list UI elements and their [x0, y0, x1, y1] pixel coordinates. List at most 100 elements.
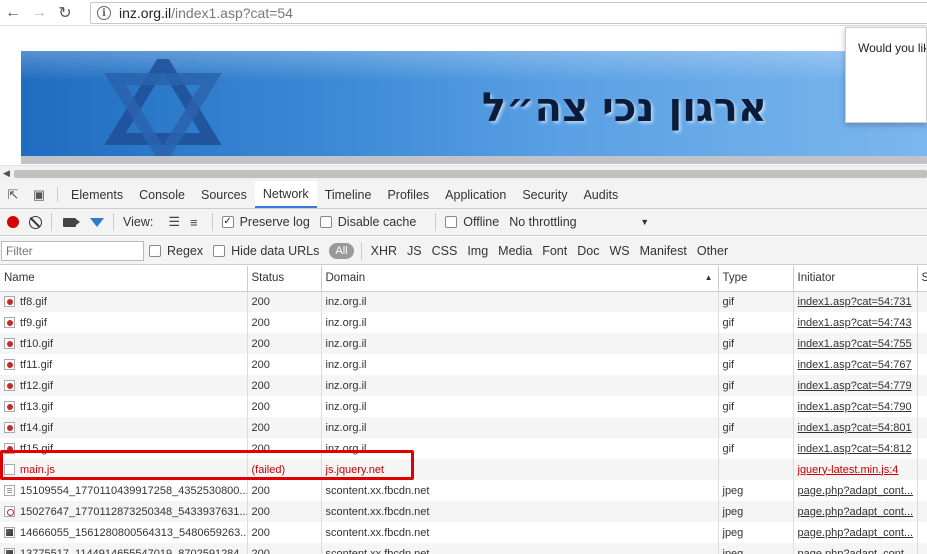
table-row[interactable]: tf13.gif 200 inz.org.il gif index1.asp?cat=5… [0, 396, 927, 417]
tab-sources[interactable]: Sources [193, 181, 255, 208]
column-domain[interactable]: Domain ▲ [321, 266, 719, 292]
filter-type-media[interactable]: Media [494, 244, 536, 258]
column-status[interactable]: Status [247, 266, 322, 292]
regex-label: Regex [167, 243, 204, 258]
record-icon[interactable] [7, 216, 19, 228]
tab-audits[interactable]: Audits [575, 181, 626, 208]
filter-type-js[interactable]: JS [403, 244, 426, 258]
checkbox[interactable] [319, 216, 332, 228]
tab-security[interactable]: Security [514, 181, 575, 208]
filter-type-all[interactable]: All [329, 242, 354, 259]
device-mode-icon[interactable]: ▣ [26, 181, 52, 208]
table-row[interactable]: tf15.gif 200 inz.org.il gif index1.asp?cat=5… [0, 438, 927, 459]
tab-timeline[interactable]: Timeline [317, 181, 380, 208]
request-name: 13775517_1144914655547019_8702591284... [0, 543, 248, 554]
tab-elements[interactable]: Elements [63, 181, 131, 208]
request-initiator[interactable]: index1.asp?cat=54:755 [793, 333, 918, 354]
request-domain-text: scontent.xx.fbcdn.net [325, 547, 430, 554]
large-rows-icon[interactable]: ☰ [168, 214, 180, 230]
table-row[interactable]: main.js (failed) js.jquery.net jquery-lates… [0, 459, 927, 480]
table-row[interactable]: tf14.gif 200 inz.org.il gif index1.asp?cat=5… [0, 417, 927, 438]
filter-type-font[interactable]: Font [538, 244, 571, 258]
request-name: tf13.gif [0, 396, 248, 417]
hide-data-urls-checkbox[interactable]: Hide data URLs [213, 244, 319, 258]
request-type-text: gif [722, 337, 735, 350]
inspect-element-icon[interactable]: ⇱ [0, 181, 26, 208]
offline-checkbox[interactable]: Offline [445, 215, 499, 229]
tab-separator [57, 187, 58, 202]
table-row[interactable]: tf8.gif 200 inz.org.il gif index1.asp?cat=54… [0, 291, 927, 312]
column-type[interactable]: Type [718, 266, 794, 292]
request-initiator[interactable]: page.php?adapt_cont... [793, 543, 918, 554]
filter-type-xhr[interactable]: XHR [367, 244, 401, 258]
checkbox-checked[interactable]: ✓ [221, 216, 234, 228]
request-domain: scontent.xx.fbcdn.net [321, 501, 719, 522]
tab-console[interactable]: Console [131, 181, 193, 208]
request-name-text: tf12.gif [20, 379, 54, 392]
forward-button[interactable]: → [26, 1, 52, 25]
table-row[interactable]: tf9.gif 200 inz.org.il gif index1.asp?cat=54… [0, 312, 927, 333]
filter-input[interactable] [1, 240, 144, 261]
disable-cache-checkbox[interactable]: Disable cache [319, 215, 416, 229]
request-status-text: 200 [251, 484, 270, 497]
request-initiator[interactable]: jquery-latest.min.js:4 [793, 459, 918, 480]
filter-type-manifest[interactable]: Manifest [636, 244, 691, 258]
filter-type-img[interactable]: Img [463, 244, 492, 258]
horizontal-scrollbar[interactable]: ◀ [0, 165, 927, 181]
url-field[interactable]: i inz.org.il/index1.asp?cat=54 [90, 2, 927, 24]
checkbox[interactable] [213, 244, 226, 257]
request-initiator[interactable]: index1.asp?cat=54:779 [793, 375, 918, 396]
request-initiator[interactable]: index1.asp?cat=54:743 [793, 312, 918, 333]
scrollbar-thumb[interactable] [14, 170, 927, 178]
overview-icon[interactable]: ≡ [190, 215, 198, 230]
network-toolbar: View: ☰ ≡ ✓ Preserve log Disable cache Of… [0, 209, 927, 236]
filter-icon[interactable] [90, 217, 104, 227]
request-size [917, 375, 927, 396]
request-name-text: 15027647_1770112873250348_5433937631... [20, 505, 247, 518]
table-row[interactable]: tf12.gif 200 inz.org.il gif index1.asp?cat=5… [0, 375, 927, 396]
checkbox[interactable] [445, 216, 458, 228]
back-button[interactable]: ← [0, 1, 26, 25]
request-initiator[interactable]: index1.asp?cat=54:812 [793, 438, 918, 459]
table-row[interactable]: 15027647_1770112873250348_5433937631... 2… [0, 501, 927, 522]
request-initiator[interactable]: index1.asp?cat=54:767 [793, 354, 918, 375]
column-initiator[interactable]: Initiator [793, 266, 918, 292]
table-row[interactable]: tf11.gif 200 inz.org.il gif index1.asp?cat=5… [0, 354, 927, 375]
table-row[interactable]: 15109554_1770110439917258_4352530800... 2… [0, 480, 927, 501]
request-size [917, 501, 927, 522]
capture-screenshots-icon[interactable] [63, 217, 80, 227]
tab-application[interactable]: Application [437, 181, 514, 208]
checkbox[interactable] [149, 244, 161, 257]
info-icon[interactable]: i [97, 6, 111, 20]
table-row[interactable]: tf10.gif 200 inz.org.il gif index1.asp?cat=5… [0, 333, 927, 354]
request-name-text: 14666055_1561280800564313_5480659263... [20, 526, 247, 539]
reload-button[interactable]: ↻ [52, 1, 78, 25]
tab-network[interactable]: Network [254, 181, 317, 208]
request-initiator[interactable]: page.php?adapt_cont... [793, 501, 918, 522]
request-initiator[interactable]: index1.asp?cat=54:731 [793, 291, 918, 312]
regex-checkbox[interactable]: Regex [149, 244, 203, 258]
clear-icon[interactable] [29, 215, 42, 229]
request-initiator[interactable]: index1.asp?cat=54:790 [793, 396, 918, 417]
request-type-text: gif [722, 379, 735, 392]
scroll-left-icon[interactable]: ◀ [3, 168, 10, 179]
arrow-right-icon: → [31, 3, 47, 21]
request-initiator[interactable]: page.php?adapt_cont... [793, 522, 918, 543]
request-type: jpeg [718, 480, 794, 501]
column-name[interactable]: Name [0, 266, 248, 292]
filter-type-css[interactable]: CSS [428, 244, 462, 258]
throttling-select[interactable]: No throttling ▼ [509, 215, 649, 229]
request-initiator[interactable]: page.php?adapt_cont... [793, 480, 918, 501]
filter-type-doc[interactable]: Doc [573, 244, 603, 258]
request-type [718, 459, 794, 480]
preserve-log-checkbox[interactable]: ✓ Preserve log [221, 215, 310, 229]
tab-profiles[interactable]: Profiles [379, 181, 437, 208]
request-initiator[interactable]: index1.asp?cat=54:801 [793, 417, 918, 438]
filter-separator [360, 241, 362, 260]
filter-type-ws[interactable]: WS [605, 244, 633, 258]
table-row[interactable]: 13775517_1144914655547019_8702591284... 2… [0, 543, 927, 554]
table-row[interactable]: 14666055_1561280800564313_5480659263... 2… [0, 522, 927, 543]
column-size[interactable]: S [917, 266, 927, 292]
request-type: gif [718, 438, 794, 459]
filter-type-other[interactable]: Other [693, 244, 732, 258]
